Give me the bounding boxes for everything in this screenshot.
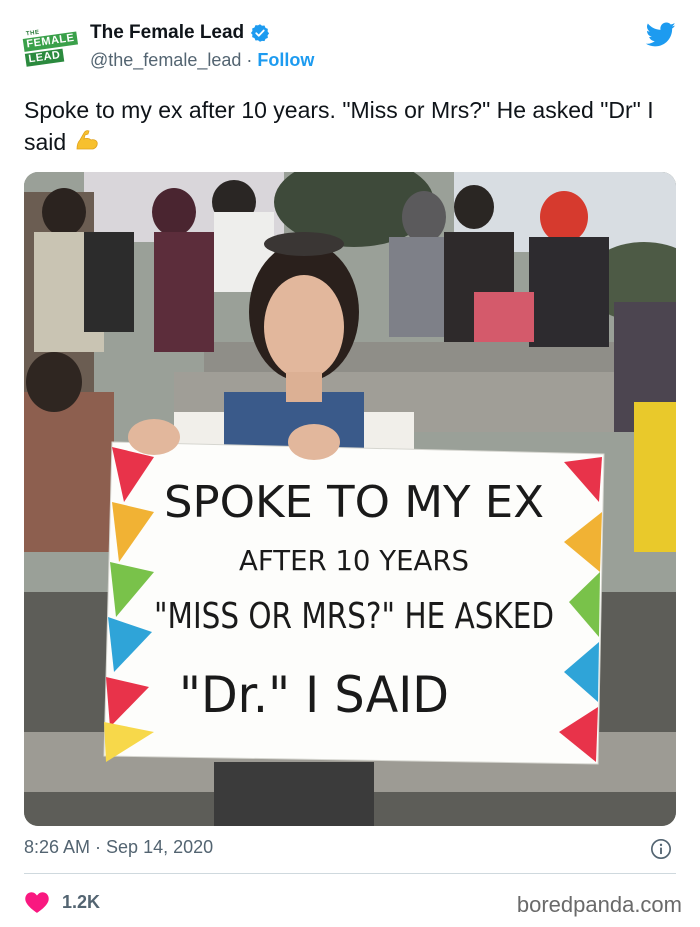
tweet-text: Spoke to my ex after 10 years. "Miss or … (24, 94, 676, 158)
twitter-bird-icon[interactable] (646, 22, 676, 48)
divider (24, 873, 676, 874)
photo-illustration: SPOKE TO MY EX AFTER 10 YEARS "MISS OR M… (24, 172, 676, 826)
sign-line-4: "Dr." I SAID (179, 666, 449, 724)
display-name[interactable]: The Female Lead (90, 22, 244, 44)
sign-line-2: AFTER 10 YEARS (239, 544, 469, 577)
avatar-text-2: LEAD (24, 48, 65, 67)
handle[interactable]: @the_female_lead (90, 50, 241, 70)
sign-line-3: "MISS OR MRS?" HE ASKED (154, 596, 554, 637)
tweet-body: Spoke to my ex after 10 years. "Miss or … (24, 97, 654, 155)
separator: · (241, 50, 258, 70)
like-count: 1.2K (62, 891, 101, 912)
watermark: boredpanda.com (516, 892, 682, 917)
follow-button[interactable]: Follow (257, 50, 314, 70)
heart-icon[interactable] (24, 890, 50, 914)
tweet-header: THE FEMALE LEAD The Female Lead @the_fem… (21, 18, 676, 78)
like-area[interactable]: 1.2K (24, 890, 100, 914)
author-info: The Female Lead @the_female_lead · Follo… (90, 22, 314, 71)
sign-line-1: SPOKE TO MY EX (164, 477, 544, 528)
flexed-biceps-icon (76, 130, 98, 150)
verified-badge-icon (251, 24, 270, 42)
tweet-timestamp[interactable]: 8:26 AM · Sep 14, 2020 (24, 837, 213, 858)
info-icon[interactable] (650, 838, 672, 860)
handle-row: @the_female_lead · Follow (90, 50, 314, 71)
avatar[interactable]: THE FEMALE LEAD (21, 18, 83, 73)
tweet-photo[interactable]: SPOKE TO MY EX AFTER 10 YEARS "MISS OR M… (24, 172, 676, 826)
